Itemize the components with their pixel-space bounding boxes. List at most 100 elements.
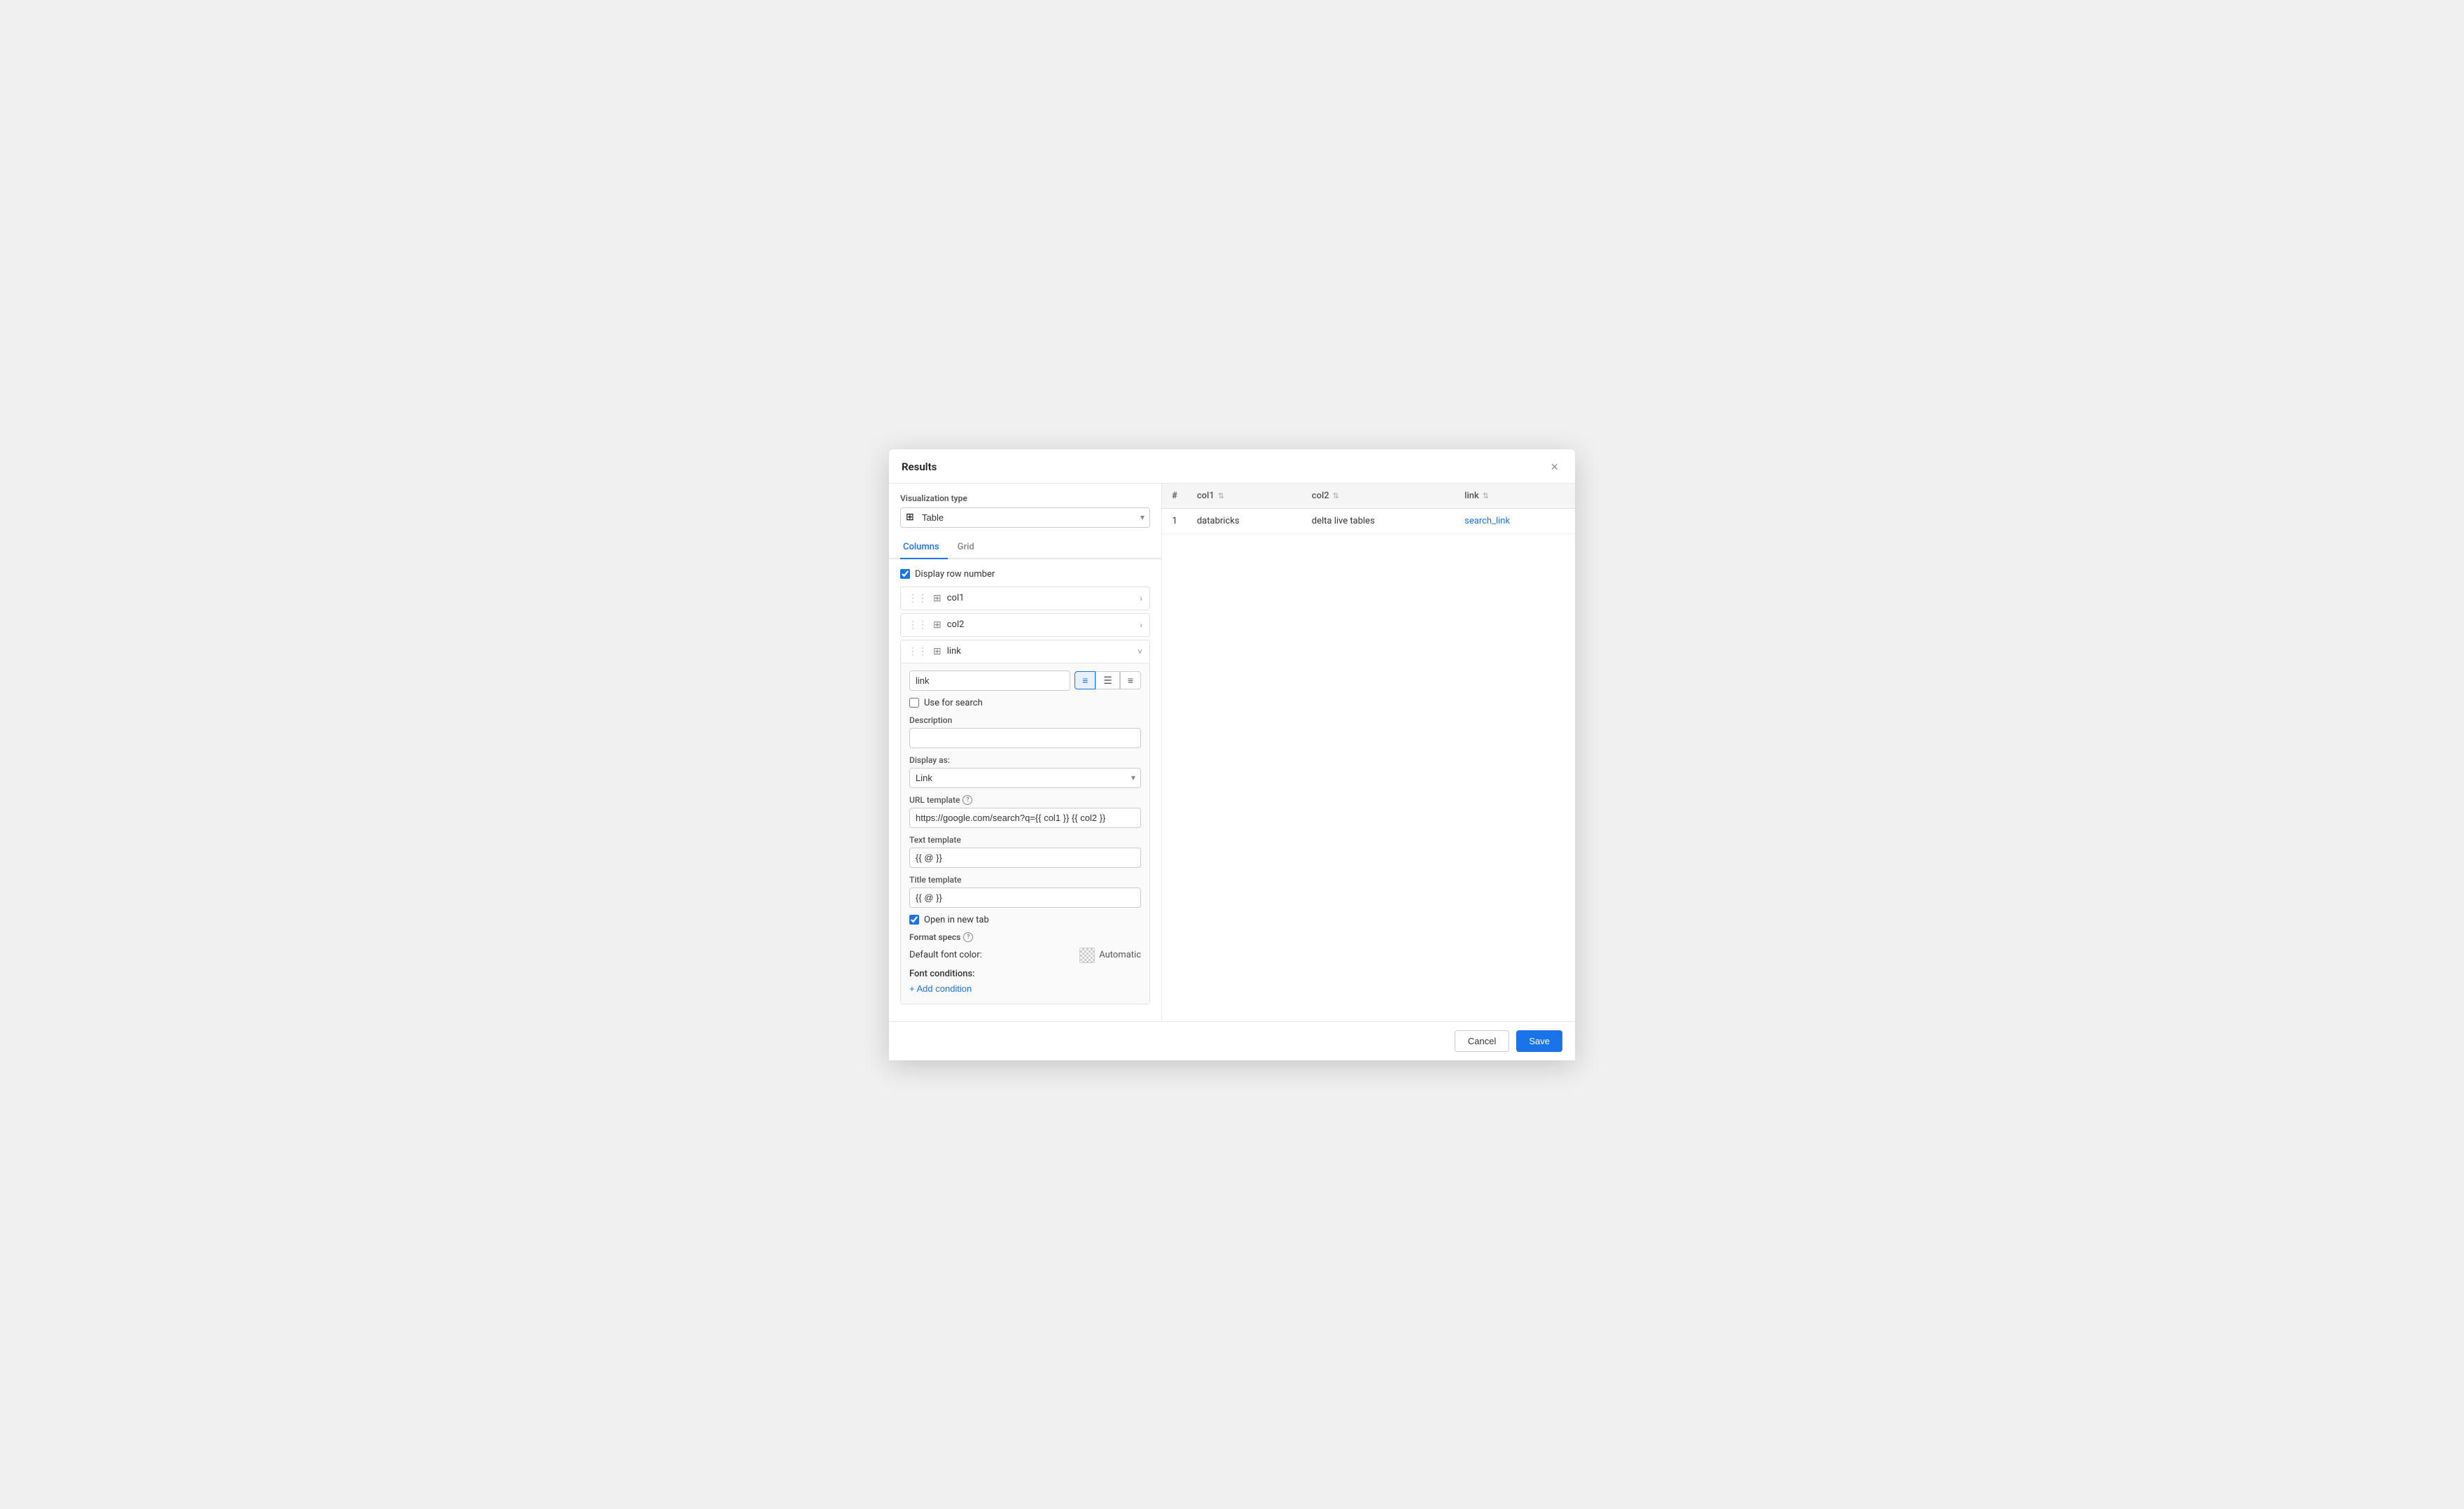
display-as-select-wrapper: Link Text Image ▾ [909,768,1141,788]
title-template-input[interactable] [909,887,1141,908]
add-condition-label: + Add condition [909,983,972,994]
default-font-color-label: Default font color: [909,950,982,960]
table-row: 1 databricks delta live tables search_li… [1162,508,1575,533]
color-swatch-label: Automatic [1099,950,1141,960]
display-row-number-label: Display row number [915,569,995,580]
visualization-type-section: Visualization type ⊞ Table Chart Pivot ▾ [889,484,1161,535]
link-name: link [947,646,1133,657]
display-row-number-checkbox[interactable] [900,569,910,579]
modal-body: Visualization type ⊞ Table Chart Pivot ▾… [889,484,1575,1021]
column-item-link: ⋮⋮ ⊞ link ˅ ≡ ☰ ≡ [900,640,1150,1004]
col-type-icon-link: ⊞ [933,646,941,657]
close-button[interactable]: × [1546,459,1562,475]
display-as-select[interactable]: Link Text Image [909,768,1141,788]
header-col1-label: col1 [1197,491,1214,501]
modal-title: Results [902,461,937,473]
link-name-input[interactable] [909,671,1070,691]
url-template-input[interactable] [909,808,1141,828]
column-item-col2: ⋮⋮ ⊞ col2 › [900,613,1150,637]
tab-columns[interactable]: Columns [900,536,948,559]
search-link[interactable]: search_link [1464,516,1510,526]
col2-chevron-icon: › [1140,620,1142,630]
header-link-label: link [1464,491,1479,501]
results-modal: Results × Visualization type ⊞ Table Cha… [889,449,1575,1060]
format-specs-label-text: Format specs [909,932,960,942]
col-type-icon-col2: ⊞ [933,619,941,631]
open-in-new-tab-row: Open in new tab [909,915,1141,925]
description-input[interactable] [909,728,1141,748]
col-type-icon-col1: ⊞ [933,593,941,604]
open-in-new-tab-checkbox[interactable] [909,915,919,925]
left-panel: Visualization type ⊞ Table Chart Pivot ▾… [889,484,1162,1021]
description-group: Description [909,715,1141,748]
use-for-search-row: Use for search [909,698,1141,708]
drag-handle-col2[interactable]: ⋮⋮ [908,619,927,631]
visualization-type-select[interactable]: Table Chart Pivot [900,507,1150,528]
header-row: # col1 ⇅ col2 ⇅ [1162,484,1575,509]
text-template-label: Text template [909,835,1141,845]
align-right-button[interactable]: ≡ [1120,671,1141,689]
header-row-num: # [1162,484,1187,509]
cancel-button[interactable]: Cancel [1455,1030,1509,1052]
tab-grid[interactable]: Grid [955,536,983,559]
align-center-button[interactable]: ☰ [1096,671,1120,689]
url-template-label-row: URL template ? [909,795,1141,805]
col1-sort-icon[interactable]: ⇅ [1218,491,1224,500]
save-button[interactable]: Save [1516,1030,1562,1052]
drag-handle-link[interactable]: ⋮⋮ [908,646,927,657]
drag-handle-col1[interactable]: ⋮⋮ [908,593,927,604]
display-as-group: Display as: Link Text Image ▾ [909,755,1141,788]
header-col1: col1 ⇅ [1187,484,1302,509]
header-col2: col2 ⇅ [1302,484,1455,509]
preview-table: # col1 ⇅ col2 ⇅ [1162,484,1575,534]
col2-name: col2 [947,619,1136,630]
checkerboard-icon [1079,948,1095,963]
modal-footer: Cancel Save [889,1021,1575,1060]
default-font-color-row: Default font color: Automatic [909,948,1141,963]
col2-sort-icon[interactable]: ⇅ [1333,491,1339,500]
add-condition-button[interactable]: + Add condition [909,983,972,994]
font-conditions-label: Font conditions: [909,969,1141,979]
name-align-row: ≡ ☰ ≡ [909,671,1141,691]
visualization-type-label: Visualization type [900,493,1150,503]
use-for-search-label: Use for search [924,698,983,708]
right-panel: # col1 ⇅ col2 ⇅ [1162,484,1575,1021]
modal-header: Results × [889,449,1575,484]
url-template-label-text: URL template [909,795,960,805]
use-for-search-checkbox[interactable] [909,698,919,708]
header-col2-label: col2 [1312,491,1329,501]
header-link: link ⇅ [1455,484,1575,509]
display-row-number-row: Display row number [900,569,1150,580]
column-item-col1-header[interactable]: ⋮⋮ ⊞ col1 › [901,587,1149,610]
description-label: Description [909,715,1141,725]
align-buttons: ≡ ☰ ≡ [1074,671,1141,689]
link-expanded: ≡ ☰ ≡ Use for search Descripti [901,663,1149,1004]
col1-name: col1 [947,593,1136,603]
columns-section: Display row number ⋮⋮ ⊞ col1 › ⋮⋮ ⊞ [889,559,1161,1007]
col2-cell: delta live tables [1302,508,1455,533]
visualization-type-select-wrapper: ⊞ Table Chart Pivot ▾ [900,507,1150,528]
column-item-link-header[interactable]: ⋮⋮ ⊞ link ˅ [901,640,1149,663]
link-cell: search_link [1455,508,1575,533]
color-swatch[interactable]: Automatic [1079,948,1141,963]
column-item-col1: ⋮⋮ ⊞ col1 › [900,587,1150,610]
text-template-input[interactable] [909,848,1141,868]
text-template-group: Text template [909,835,1141,868]
url-template-group: URL template ? [909,795,1141,828]
format-specs-label-row: Format specs ? [909,932,1141,942]
tabs-bar: Columns Grid [889,536,1161,559]
col1-cell: databricks [1187,508,1302,533]
preview-table-header: # col1 ⇅ col2 ⇅ [1162,484,1575,509]
format-specs-help-icon[interactable]: ? [963,932,973,942]
row-num-cell: 1 [1162,508,1187,533]
align-left-button[interactable]: ≡ [1074,671,1096,689]
url-template-help-icon[interactable]: ? [962,795,972,805]
link-sort-icon[interactable]: ⇅ [1483,491,1489,500]
open-in-new-tab-label: Open in new tab [924,915,989,925]
title-template-group: Title template [909,875,1141,908]
column-item-col2-header[interactable]: ⋮⋮ ⊞ col2 › [901,614,1149,636]
header-hash: # [1172,491,1177,501]
preview-table-body: 1 databricks delta live tables search_li… [1162,508,1575,533]
title-template-label: Title template [909,875,1141,885]
col1-chevron-icon: › [1140,594,1142,603]
